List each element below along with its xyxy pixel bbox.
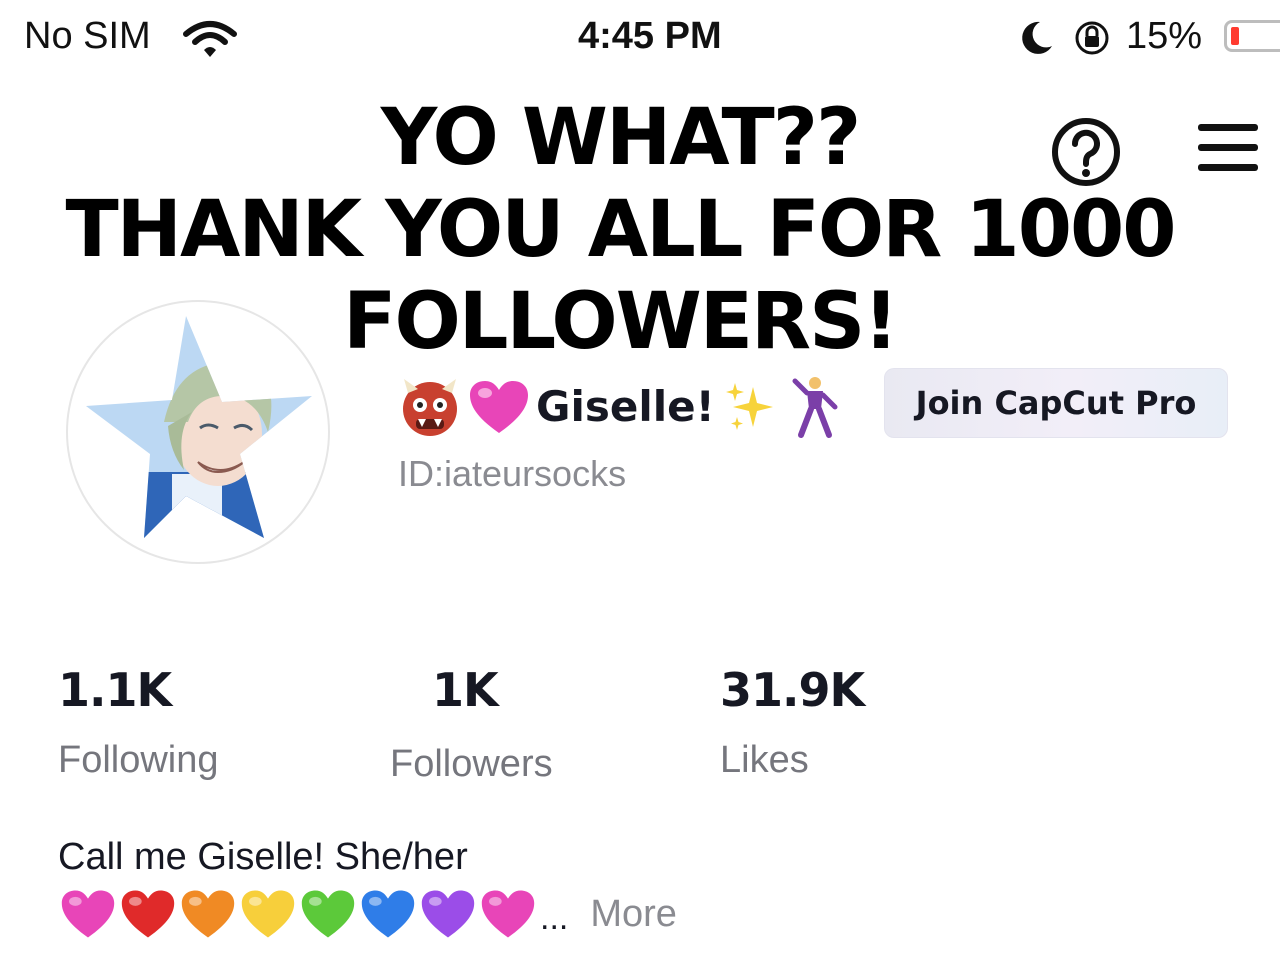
bio-hearts-row: ... More (60, 882, 677, 946)
star-avatar-image (86, 316, 312, 538)
heart-emoji-icon (241, 890, 295, 938)
menu-icon[interactable] (1196, 122, 1260, 174)
battery-percentage: 15% (1126, 15, 1203, 57)
following-label[interactable]: Following (58, 738, 219, 782)
heart-emoji-icon (361, 890, 415, 938)
join-pro-button[interactable]: Join CapCut Pro (884, 368, 1228, 438)
caption-line-2: THANK YOU ALL FOR 1000 (65, 185, 1176, 275)
battery-icon (1224, 20, 1280, 52)
likes-label: Likes (720, 739, 809, 781)
followers-label[interactable]: Followers (390, 742, 553, 786)
carrier-label: No SIM (24, 15, 151, 57)
heart-emoji-icon (121, 890, 175, 938)
orientation-lock-icon (1075, 21, 1109, 55)
heart-emoji-icon (181, 890, 235, 938)
bio-more-link[interactable]: More (590, 888, 677, 940)
avatar[interactable] (66, 300, 330, 564)
ogre-emoji-icon (403, 379, 457, 436)
heart-emoji-icon (61, 890, 115, 938)
help-icon[interactable] (1050, 116, 1122, 188)
heart-emoji-icon (481, 890, 535, 938)
display-name: Giselle! (536, 382, 715, 431)
bio-ellipsis: ... (540, 899, 569, 937)
followers-count[interactable]: 1K (432, 662, 499, 718)
dancer-emoji-icon (792, 377, 838, 438)
heart-emoji-icon (301, 890, 355, 938)
battery-level-fill (1231, 27, 1239, 45)
following-count[interactable]: 1.1K (58, 662, 172, 718)
moon-icon (1022, 21, 1052, 54)
wifi-icon (183, 21, 237, 57)
user-id: ID:iateursocks (398, 453, 627, 494)
bio-text: Call me Giselle! She/her (58, 836, 468, 878)
status-time: 4:45 PM (578, 15, 722, 57)
sparkles-emoji-icon (725, 383, 773, 430)
heart-emoji-icon (421, 890, 475, 938)
pink-heart-emoji-icon (470, 381, 528, 433)
likes-count: 31.9K (720, 663, 865, 717)
display-name-row: Giselle! (398, 372, 841, 442)
